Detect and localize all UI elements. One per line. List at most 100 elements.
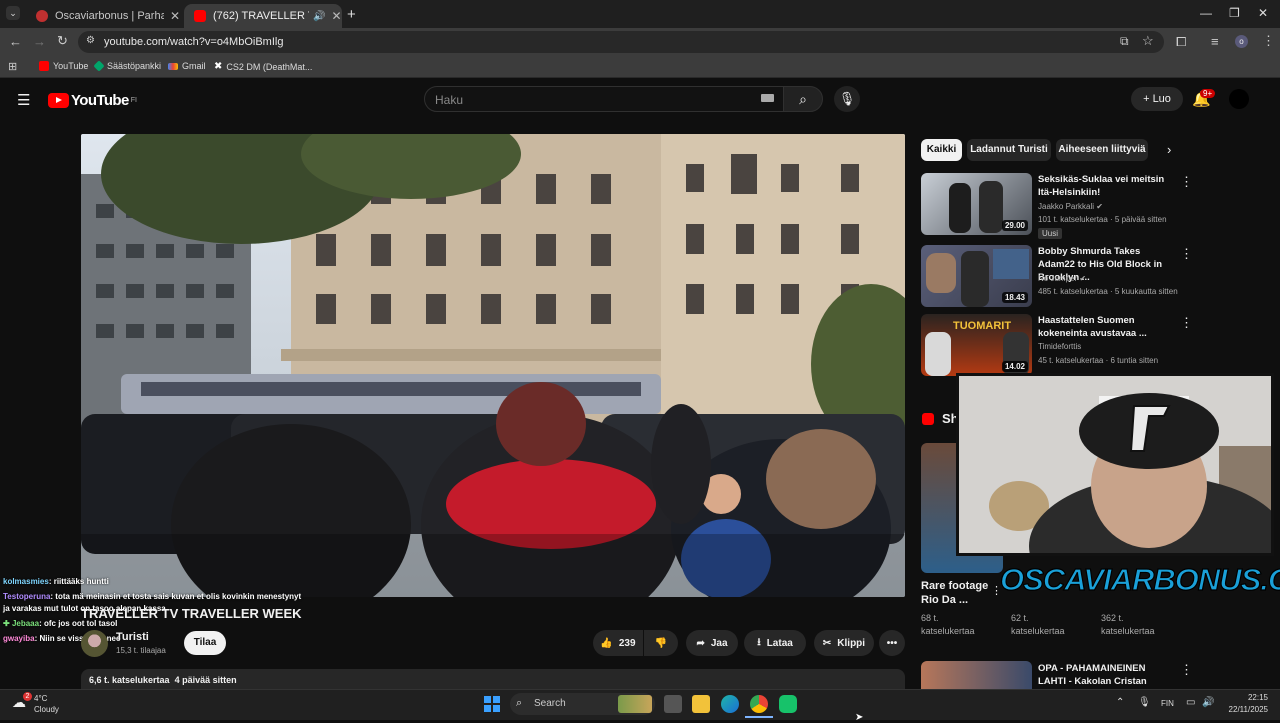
views-label: katselukertaa [921,626,975,636]
short-views: 68 t. katselukertaa [921,612,975,638]
volume-icon[interactable]: 🔊 [1202,697,1214,708]
video-thumbnail[interactable]: TUOMARIT 14.02 [921,314,1032,376]
reading-list-icon[interactable]: ≡ [1211,34,1219,49]
close-window-icon[interactable]: ✕ [1258,6,1268,20]
bookmark-saastopankki[interactable]: Säästöpankki [93,60,161,72]
bank-icon [93,60,105,72]
close-icon[interactable]: ✕ [331,9,341,23]
video-menu-icon[interactable]: ⋮ [1180,174,1193,190]
keyboard-icon[interactable] [761,94,774,102]
site-info-icon[interactable]: ⚙ [86,35,95,46]
close-icon[interactable]: ✕ [170,9,180,23]
chat-user: Jebaaa [11,619,40,628]
chrome-icon[interactable] [750,695,768,713]
search-input[interactable]: Haku [424,86,784,112]
voice-search-button[interactable]: 🎙 [834,86,860,112]
subscribe-button[interactable]: Tilaa [184,631,226,655]
task-view-icon[interactable] [664,695,682,713]
video-thumbnail[interactable]: 29.00 [921,173,1032,235]
more-actions-button[interactable]: ••• [879,630,905,656]
channel-avatar[interactable] [81,630,108,657]
tray-chevron-icon[interactable]: ⌃ [1116,697,1124,708]
clock-date[interactable]: 22/11/2025 [1220,705,1268,714]
edge-icon[interactable] [721,695,739,713]
video-menu-icon[interactable]: ⋮ [1180,246,1193,262]
shorts-icon [922,413,934,425]
language-indicator[interactable]: FIN [1161,699,1174,708]
search-label: Search [534,698,566,709]
view-count: 6,6 t. katselukertaa [89,675,170,685]
search-button[interactable]: ⌕ [783,86,823,112]
back-icon[interactable]: ← [9,34,22,49]
weather-temp[interactable]: 4°C [34,694,47,703]
gmail-icon [168,62,178,70]
video-channel[interactable]: Jaakko Parkkali ✔ [1038,202,1103,211]
create-button[interactable]: + Luo [1131,87,1183,111]
chip-uploaded-by[interactable]: Ladannut Turisti [967,139,1051,161]
bookmark-cs2dm[interactable]: ✖ CS2 DM (DeathMat... [214,61,312,72]
download-label: Lataa [766,637,793,649]
video-thumbnail[interactable]: 18.43 [921,245,1032,307]
casino-favicon-icon [36,10,48,22]
account-avatar[interactable] [1229,89,1249,109]
hamburger-menu-icon[interactable]: ☰ [17,91,30,109]
dislike-button[interactable]: 👎 [644,630,678,656]
windows-start-icon[interactable] [484,696,500,712]
video-channel[interactable]: Timideforttis [1038,342,1081,351]
profile-avatar[interactable]: o [1235,35,1248,48]
chat-message: kolmasmies: riittääks huntti [3,577,109,586]
tab-youtube[interactable]: (762) TRAVELLER TV TRAVELLER 🔊 ✕ [184,4,342,28]
tab-title: Oscaviarbonus | Parhaat talletus [55,10,164,22]
clip-label: Klippi [837,637,866,649]
install-app-icon[interactable]: ⧉ [1120,34,1129,49]
video-title-link[interactable]: Seksikäs-Suklaa vei meitsin Itä-Helsinki… [1038,173,1176,199]
channel-label: Timideforttis [1038,342,1082,351]
video-menu-icon[interactable]: ⋮ [1180,662,1193,678]
restore-icon[interactable]: ❐ [1229,6,1240,20]
video-menu-icon[interactable]: ⋮ [1180,315,1193,331]
forward-icon[interactable]: → [33,34,46,49]
tab-search-button[interactable]: ⌄ [6,6,20,20]
network-icon[interactable]: ▭ [1186,697,1195,708]
weather-desc[interactable]: Cloudy [34,705,59,714]
menu-dots-icon[interactable]: ⋮ [1262,33,1275,49]
description-box[interactable]: 6,6 t. katselukertaa 4 päivää sitten [81,669,905,691]
chip-related[interactable]: Aiheeseen liittyviä [1056,139,1148,161]
like-button[interactable]: 👍 239 [593,630,643,656]
video-title-link[interactable]: Haastattelen Suomen kokeneinta avustavaa… [1038,314,1176,340]
chat-app-icon[interactable] [779,695,797,713]
bookmark-star-icon[interactable]: ☆ [1142,33,1154,49]
speaker-icon[interactable]: 🔊 [313,11,325,22]
clock-time[interactable]: 22:15 [1220,693,1268,702]
deathmatch-icon: ✖ [214,61,223,72]
search-highlight-image [618,695,652,713]
new-tab-button[interactable]: + [347,6,356,23]
file-explorer-icon[interactable] [692,695,710,713]
tab-oscaviarbonus[interactable]: Oscaviarbonus | Parhaat talletus ✕ [26,4,180,28]
video-meta: 45 t. katselukertaa · 6 tuntia sitten [1038,356,1159,365]
video-player[interactable] [81,134,905,597]
url-text[interactable]: youtube.com/watch?v=o4MbOiBmIlg [104,36,283,48]
extensions-icon[interactable]: ⧠ [1176,34,1186,50]
chevron-right-icon[interactable]: › [1167,142,1171,157]
apps-grid-icon[interactable]: ⊞ [8,60,17,73]
notification-count-badge: 9+ [1200,89,1216,98]
chat-text: : riittääks huntti [48,577,109,586]
bookmark-youtube[interactable]: YouTube [39,61,88,71]
chip-all[interactable]: Kaikki [921,139,962,161]
bookmark-gmail[interactable]: Gmail [168,61,206,71]
clip-button[interactable]: ✂ Klippi [814,630,874,656]
channel-label: Jaakko Parkkali [1038,202,1095,211]
download-button[interactable]: ⭳ Lataa [744,630,806,656]
reload-icon[interactable]: ↻ [57,33,68,49]
share-button[interactable]: ➦ Jaa [686,630,738,656]
duration-badge: 29.00 [1001,220,1028,231]
minimize-icon[interactable]: — [1200,6,1212,20]
video-thumbnail[interactable] [921,661,1032,689]
scissors-icon: ✂ [822,637,832,649]
short-title[interactable]: Rare footage Rio Da ... [921,579,991,607]
video-channel[interactable]: No Jumper ✔ [1038,274,1086,283]
channel-name[interactable]: Turisti [116,631,149,643]
mic-tray-icon[interactable]: 🎙 [1138,697,1151,708]
youtube-logo[interactable]: YouTube FI [48,92,137,109]
